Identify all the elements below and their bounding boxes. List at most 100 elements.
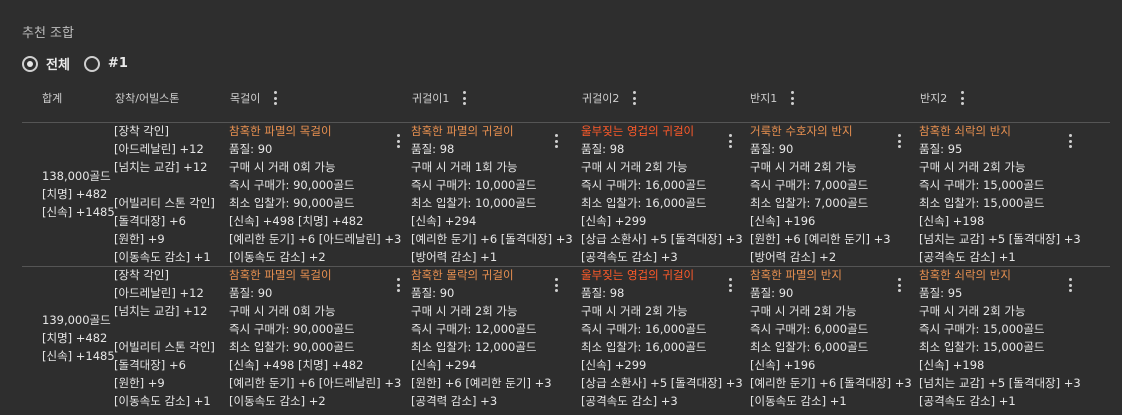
item-penalty: [공격속도 감소] +3 bbox=[581, 250, 678, 264]
item-name: 거룩한 수호자의 반지 bbox=[750, 124, 853, 138]
filter-all-radio[interactable]: 전체 bbox=[22, 54, 70, 73]
more-vert-icon[interactable] bbox=[898, 134, 902, 148]
item-penalty: [공격속도 감소] +3 bbox=[581, 394, 678, 408]
item-trade: 구매 시 거래 2회 가능 bbox=[750, 304, 857, 318]
item-penalty: [공격력 감소] +3 bbox=[411, 394, 498, 408]
more-vert-icon[interactable] bbox=[397, 278, 401, 292]
more-vert-icon[interactable] bbox=[555, 134, 559, 148]
table-row[interactable]: 139,000골드 [치명] +482 [신속] +1485 [장착 각인] [… bbox=[22, 266, 1122, 409]
item-buyout: 즉시 구매가: 7,000골드 bbox=[750, 178, 869, 192]
more-vert-icon[interactable] bbox=[729, 278, 733, 292]
item-name: 울부짖는 영겁의 귀걸이 bbox=[581, 268, 695, 282]
item-name: 울부짖는 영겁의 귀걸이 bbox=[581, 124, 695, 138]
ring2-cell: 참혹한 쇠락의 반지 품질: 95 구매 시 거래 2회 가능 즉시 구매가: … bbox=[919, 122, 1087, 266]
item-stats: [신속] +198 bbox=[919, 358, 985, 372]
item-buyout: 즉시 구매가: 16,000골드 bbox=[581, 178, 707, 192]
item-stats: [신속] +498 [치명] +482 bbox=[229, 214, 364, 228]
item-stats: [신속] +196 bbox=[750, 358, 816, 372]
item-stats: [신속] +294 bbox=[411, 358, 477, 372]
item-bid: 최소 입찰가: 10,000골드 bbox=[411, 196, 537, 210]
more-vert-icon[interactable] bbox=[274, 91, 278, 105]
item-quality: 품질: 90 bbox=[229, 142, 273, 156]
earring2-cell: 울부짖는 영겁의 귀걸이 품질: 98 구매 시 거래 2회 가능 즉시 구매가… bbox=[581, 266, 749, 410]
item-trade: 구매 시 거래 2회 가능 bbox=[750, 160, 857, 174]
item-buyout: 즉시 구매가: 16,000골드 bbox=[581, 322, 707, 336]
header-ring1-label: 반지1 bbox=[750, 92, 778, 105]
item-name: 참혹한 파멸의 반지 bbox=[750, 268, 842, 282]
ring1-cell: 참혹한 파멸의 반지 품질: 90 구매 시 거래 2회 가능 즉시 구매가: … bbox=[750, 266, 918, 410]
item-quality: 품질: 90 bbox=[229, 286, 273, 300]
item-name: 참혹한 쇠락의 반지 bbox=[919, 124, 1011, 138]
filter-radio-group: 전체 #1 bbox=[22, 54, 142, 73]
more-vert-icon[interactable] bbox=[1069, 278, 1073, 292]
ring1-cell: 거룩한 수호자의 반지 품질: 90 구매 시 거래 2회 가능 즉시 구매가:… bbox=[750, 122, 918, 266]
item-trade: 구매 시 거래 0회 가능 bbox=[229, 160, 336, 174]
more-vert-icon[interactable] bbox=[1069, 134, 1073, 148]
item-quality: 품질: 95 bbox=[919, 286, 963, 300]
earring2-cell: 울부짖는 영겁의 귀걸이 품질: 98 구매 시 거래 2회 가능 즉시 구매가… bbox=[581, 122, 749, 266]
item-buyout: 즉시 구매가: 12,000골드 bbox=[411, 322, 537, 336]
earring1-cell: 참혹한 몰락의 귀걸이 품질: 90 구매 시 거래 2회 가능 즉시 구매가:… bbox=[411, 266, 579, 410]
item-name: 참혹한 쇠락의 반지 bbox=[919, 268, 1011, 282]
header-earring1-label: 귀걸이1 bbox=[412, 92, 450, 105]
necklace-cell: 참혹한 파멸의 목걸이 품질: 90 구매 시 거래 0회 가능 즉시 구매가:… bbox=[229, 266, 401, 410]
item-trade: 구매 시 거래 2회 가능 bbox=[919, 160, 1026, 174]
header-necklace-label: 목걸이 bbox=[230, 92, 261, 105]
more-vert-icon[interactable] bbox=[729, 134, 733, 148]
item-name: 참혹한 파멸의 목걸이 bbox=[229, 124, 332, 138]
header-total: 합계 bbox=[42, 90, 62, 106]
header-engrave-label: 장착/어빌스톤 bbox=[115, 92, 180, 105]
item-buyout: 즉시 구매가: 10,000골드 bbox=[411, 178, 537, 192]
item-bid: 최소 입찰가: 15,000골드 bbox=[919, 340, 1045, 354]
item-bid: 최소 입찰가: 90,000골드 bbox=[229, 196, 355, 210]
more-vert-icon[interactable] bbox=[555, 278, 559, 292]
ring2-cell: 참혹한 쇠락의 반지 품질: 95 구매 시 거래 2회 가능 즉시 구매가: … bbox=[919, 266, 1087, 410]
item-penalty: [방어력 감소] +2 bbox=[750, 250, 837, 264]
item-engrave: [예리한 둔기] +6 [돌격대장] +3 bbox=[411, 232, 573, 246]
item-buyout: 즉시 구매가: 6,000골드 bbox=[750, 322, 869, 336]
item-quality: 품질: 98 bbox=[411, 142, 455, 156]
item-buyout: 즉시 구매가: 90,000골드 bbox=[229, 178, 355, 192]
filter-all-label: 전체 bbox=[46, 58, 70, 73]
item-name: 참혹한 파멸의 귀걸이 bbox=[411, 124, 514, 138]
item-quality: 품질: 95 bbox=[919, 142, 963, 156]
more-vert-icon[interactable] bbox=[961, 91, 965, 105]
item-penalty: [공격속도 감소] +1 bbox=[919, 250, 1016, 264]
item-quality: 품질: 90 bbox=[411, 286, 455, 300]
more-vert-icon[interactable] bbox=[898, 278, 902, 292]
item-engrave: [원한] +6 [예리한 둔기] +3 bbox=[750, 232, 891, 246]
item-stats: [신속] +294 bbox=[411, 214, 477, 228]
item-bid: 최소 입찰가: 16,000골드 bbox=[581, 340, 707, 354]
item-engrave: [예리한 둔기] +6 [돌격대장] +3 bbox=[750, 376, 912, 390]
more-vert-icon[interactable] bbox=[633, 91, 637, 105]
item-quality: 품질: 98 bbox=[581, 286, 625, 300]
item-trade: 구매 시 거래 2회 가능 bbox=[581, 304, 688, 318]
item-trade: 구매 시 거래 2회 가능 bbox=[411, 304, 518, 318]
item-stats: [신속] +198 bbox=[919, 214, 985, 228]
item-engrave: [상급 소환사] +5 [돌격대장] +3 bbox=[581, 376, 743, 390]
item-buyout: 즉시 구매가: 15,000골드 bbox=[919, 322, 1045, 336]
header-total-label: 합계 bbox=[42, 92, 63, 105]
more-vert-icon[interactable] bbox=[463, 91, 467, 105]
item-bid: 최소 입찰가: 12,000골드 bbox=[411, 340, 537, 354]
header-earring1: 귀걸이1 bbox=[412, 90, 467, 106]
item-trade: 구매 시 거래 0회 가능 bbox=[229, 304, 336, 318]
header-ring2-label: 반지2 bbox=[920, 92, 948, 105]
item-trade: 구매 시 거래 2회 가능 bbox=[919, 304, 1026, 318]
more-vert-icon[interactable] bbox=[397, 134, 401, 148]
item-penalty: [이동속도 감소] +2 bbox=[229, 394, 326, 408]
item-bid: 최소 입찰가: 6,000골드 bbox=[750, 340, 869, 354]
radio-selected-icon bbox=[22, 55, 38, 72]
item-buyout: 즉시 구매가: 90,000골드 bbox=[229, 322, 355, 336]
more-vert-icon[interactable] bbox=[791, 91, 795, 105]
filter-1-radio[interactable]: #1 bbox=[83, 55, 128, 72]
item-penalty: [공격속도 감소] +1 bbox=[919, 394, 1016, 408]
item-penalty: [방어력 감소] +1 bbox=[411, 250, 498, 264]
item-engrave: [원한] +6 [예리한 둔기] +3 bbox=[411, 376, 552, 390]
item-penalty: [이동속도 감소] +2 bbox=[229, 250, 326, 264]
table-row[interactable]: 138,000골드 [치명] +482 [신속] +1485 [장착 각인] [… bbox=[22, 122, 1122, 265]
item-name: 참혹한 파멸의 목걸이 bbox=[229, 268, 332, 282]
item-quality: 품질: 98 bbox=[581, 142, 625, 156]
item-bid: 최소 입찰가: 15,000골드 bbox=[919, 196, 1045, 210]
item-stats: [신속] +498 [치명] +482 bbox=[229, 358, 364, 372]
